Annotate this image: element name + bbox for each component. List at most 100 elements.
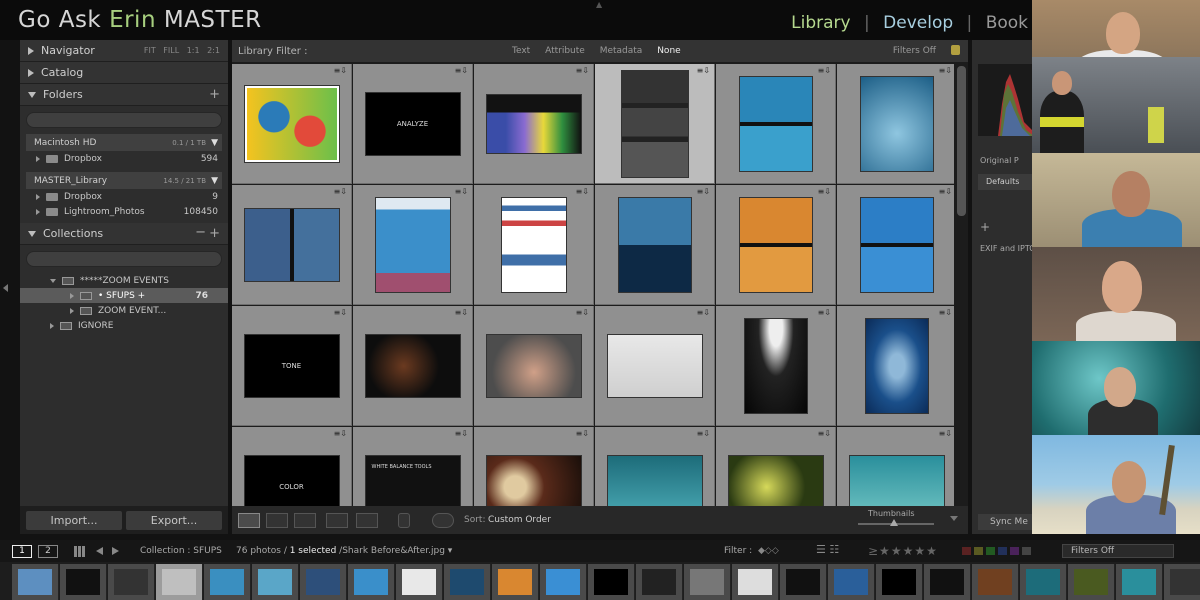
grid-cell[interactable]: ≡⇩ <box>595 185 715 305</box>
metadata-preset-label[interactable]: EXIF and IPTC <box>980 244 1035 253</box>
filmstrip-thumbnail[interactable] <box>642 569 676 595</box>
badge-icon[interactable]: ≡⇩ <box>455 66 468 75</box>
navigator-header[interactable]: Navigator FIT FILL 1:1 2:1 <box>20 40 228 62</box>
grid-cell[interactable]: ≡⇩ <box>716 185 836 305</box>
grid-cell[interactable]: ≡⇩ <box>474 427 594 506</box>
badge-icon[interactable]: ≡⇩ <box>334 308 347 317</box>
toolbar-menu-icon[interactable] <box>950 516 958 521</box>
filmstrip-thumbnail[interactable] <box>306 569 340 595</box>
thumbnail-image[interactable] <box>621 70 688 177</box>
expand-triangle-icon[interactable] <box>50 322 54 329</box>
volume-dropdown-icon[interactable]: ▼ <box>211 138 218 148</box>
filmstrip-cell[interactable] <box>12 564 59 600</box>
filmstrip-thumbnail[interactable] <box>1122 569 1156 595</box>
badge-icon[interactable]: ≡⇩ <box>334 66 347 75</box>
second-window-button[interactable]: 2 <box>38 545 58 558</box>
grid-cell[interactable]: ≡⇩ TONE <box>232 306 352 426</box>
module-develop[interactable]: Develop <box>883 13 953 33</box>
filmstrip-thumbnail[interactable] <box>978 569 1012 595</box>
grid-scrollbar[interactable] <box>957 66 966 216</box>
badge-icon[interactable]: ≡⇩ <box>939 429 952 438</box>
red-label-filter[interactable] <box>962 547 971 555</box>
badge-icon[interactable]: ≡⇩ <box>818 187 831 196</box>
thumbnail-image[interactable] <box>744 318 807 413</box>
badge-icon[interactable]: ≡⇩ <box>939 187 952 196</box>
filmstrip-thumbnail[interactable] <box>66 569 100 595</box>
filmstrip-cell[interactable] <box>492 564 539 600</box>
filmstrip-thumbnail[interactable] <box>1074 569 1108 595</box>
badge-icon[interactable]: ≡⇩ <box>576 308 589 317</box>
badge-icon[interactable]: ≡⇩ <box>576 187 589 196</box>
thumbnail-image[interactable] <box>607 334 702 397</box>
filmstrip-cell-selected[interactable] <box>156 564 203 600</box>
expand-triangle-icon[interactable] <box>70 307 74 314</box>
thumbnail-image[interactable]: TONE <box>244 334 339 397</box>
purple-label-filter[interactable] <box>1010 547 1019 555</box>
filmstrip-thumbnail[interactable] <box>786 569 820 595</box>
lock-icon[interactable] <box>951 45 960 55</box>
grid-cell[interactable]: ≡⇩ ANALYZE <box>353 64 473 184</box>
filmstrip-cell[interactable] <box>588 564 635 600</box>
grid-cell[interactable]: ≡⇩ <box>595 306 715 426</box>
grid-cell[interactable]: ≡⇩ <box>595 427 715 506</box>
filmstrip-thumbnail[interactable] <box>354 569 388 595</box>
badge-icon[interactable]: ≡⇩ <box>576 429 589 438</box>
filmstrip-cell[interactable] <box>300 564 347 600</box>
thumbnail-image[interactable] <box>365 334 460 397</box>
grid-cell[interactable]: ≡⇩ WHITE BALANCE TOOLS <box>353 427 473 506</box>
people-view-icon[interactable] <box>356 513 378 528</box>
filmstrip-thumbnail[interactable] <box>738 569 772 595</box>
filmstrip-thumbnail[interactable] <box>258 569 292 595</box>
filmstrip-cell[interactable] <box>60 564 107 600</box>
sort-dropdown[interactable]: Custom Order <box>488 515 551 525</box>
badge-icon[interactable]: ≡⇩ <box>455 429 468 438</box>
thumbnail-image[interactable] <box>486 94 581 153</box>
catalog-header[interactable]: Catalog <box>20 62 228 84</box>
filmstrip-cell[interactable] <box>684 564 731 600</box>
zoom-1-1[interactable]: 1:1 <box>187 46 200 55</box>
badge-icon[interactable]: ≡⇩ <box>697 308 710 317</box>
grid-cell[interactable]: ≡⇩ <box>474 64 594 184</box>
filmstrip-cell[interactable] <box>780 564 827 600</box>
remove-collection-icon[interactable]: − <box>195 225 206 240</box>
filmstrip-cell[interactable] <box>252 564 299 600</box>
collapse-triangle-icon[interactable] <box>50 278 56 283</box>
filmstrip-thumbnail[interactable] <box>546 569 580 595</box>
add-collection-icon[interactable]: + <box>209 226 220 241</box>
grid-cell[interactable]: ≡⇩ <box>353 185 473 305</box>
collection-set-row[interactable]: IGNORE <box>20 318 228 333</box>
filmstrip-thumbnail[interactable] <box>450 569 484 595</box>
filmstrip-cell[interactable] <box>1164 564 1200 600</box>
thumbnail-image[interactable] <box>739 197 812 292</box>
filmstrip-thumbnail[interactable] <box>402 569 436 595</box>
volume-master-library[interactable]: MASTER_Library 14.5 / 21 TB ▼ <box>26 172 222 189</box>
filter-attribute[interactable]: Attribute <box>545 46 585 56</box>
expand-triangle-icon[interactable] <box>36 208 40 215</box>
loupe-view-icon[interactable] <box>266 513 288 528</box>
left-panel-toggle-icon[interactable] <box>3 284 8 292</box>
filmstrip-cell[interactable] <box>1068 564 1115 600</box>
filter-text[interactable]: Text <box>512 46 530 56</box>
thumbnail-image[interactable] <box>618 197 691 292</box>
add-preset-icon[interactable]: + <box>980 220 990 234</box>
zoom-fill[interactable]: FILL <box>163 46 179 55</box>
badge-icon[interactable]: ≡⇩ <box>939 66 952 75</box>
filmstrip-thumbnail[interactable] <box>594 569 628 595</box>
collection-search-input[interactable] <box>26 251 222 267</box>
module-book[interactable]: Book <box>986 13 1028 33</box>
yellow-label-filter[interactable] <box>974 547 983 555</box>
sync-metadata-button[interactable]: Sync Me <box>978 514 1034 530</box>
grid-cell[interactable]: ≡⇩ <box>716 64 836 184</box>
filmstrip-cell[interactable] <box>876 564 923 600</box>
thumbnail-image[interactable] <box>860 197 933 292</box>
grid-icon[interactable] <box>74 546 85 557</box>
filmstrip-cell[interactable] <box>828 564 875 600</box>
zoom-fit[interactable]: FIT <box>144 46 156 55</box>
collection-row-selected[interactable]: • SFUPS + 76 <box>20 288 228 303</box>
module-library[interactable]: Library <box>791 13 850 33</box>
filmstrip-thumbnail[interactable] <box>690 569 724 595</box>
filmstrip-thumbnail[interactable] <box>1026 569 1060 595</box>
grid-cell[interactable]: ≡⇩ <box>232 64 352 184</box>
thumbnail-image[interactable] <box>728 455 823 506</box>
grid-cell[interactable]: ≡⇩ <box>837 64 954 184</box>
